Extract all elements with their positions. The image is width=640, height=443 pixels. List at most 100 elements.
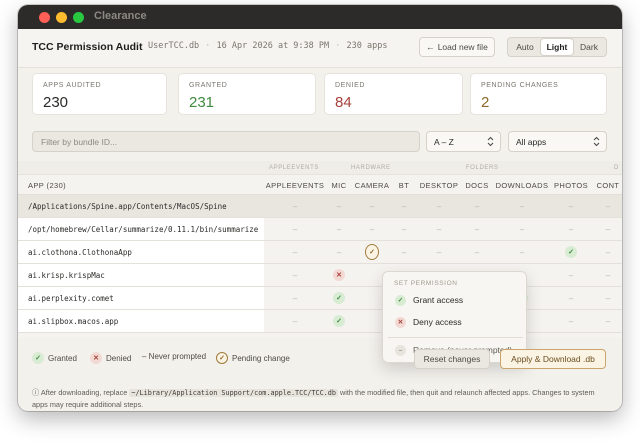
table-row[interactable]: ai.clothona.ClothonaApp – – ✓ – – – – ✓ – [18,241,622,264]
column-header-desktop[interactable]: DESKTOP [420,181,459,190]
scope-select[interactable]: All apps [508,131,607,152]
group-label-more: D [614,165,619,171]
permission-cell-appleevents[interactable]: – [288,245,302,259]
column-header-appleevents[interactable]: APPLEEVENTS [266,181,325,190]
column-header-photos[interactable]: PHOTOS [554,181,588,190]
permission-cell-desktop[interactable]: – [432,245,446,259]
stat-value: 2 [481,94,490,111]
column-header-camera[interactable]: CAMERA [355,181,390,190]
permission-cell-appleevents[interactable]: – [288,222,302,236]
stat-value: 231 [189,94,215,111]
arrow-left-icon: ← [426,42,435,52]
permission-cell-contacts[interactable]: – [601,268,615,282]
reset-changes-button[interactable]: Reset changes [414,349,490,369]
permission-cell-mic[interactable]: – [332,245,346,259]
permission-cell-appleevents[interactable]: – [288,291,302,305]
x-icon: ✕ [333,269,345,281]
check-icon: ✓ [565,246,577,258]
chevron-updown-icon [593,136,600,147]
table-row[interactable]: ai.krisp.krispMac – ✕ – – [18,264,622,287]
theme-switcher: Auto Light Dark [507,37,607,57]
table-row[interactable]: ai.slipbox.macos.app – ✓ – – [18,310,622,333]
x-icon: ✕ [395,316,406,328]
permission-cell-appleevents[interactable]: – [288,314,302,328]
table-row[interactable]: /opt/homebrew/Cellar/summarize/0.11.1/bi… [18,218,622,241]
permission-cell-appleevents[interactable]: – [288,199,302,213]
permission-cell-downloads[interactable]: – [515,245,529,259]
tcc-db-path: ~/Library/Application Support/com.apple.… [129,389,338,397]
file-date: 16 Apr 2026 at 9:38 PM [216,41,330,51]
stat-value: 230 [43,94,69,111]
permission-cell-desktop[interactable]: – [432,199,446,213]
check-icon: ✓ [395,294,406,306]
permission-cell-mic[interactable]: ✓ [332,314,346,328]
permissions-table: APPLEEVENTS HARDWARE FOLDERS D APP (230)… [18,161,622,338]
permission-cell-docs[interactable]: – [470,245,484,259]
legend-granted-label: Granted [48,353,77,363]
permission-cell-contacts[interactable]: – [601,314,615,328]
legend-denied-label: Denied [106,353,132,363]
deny-access-option[interactable]: ✕ Deny access [388,312,523,332]
theme-option-auto[interactable]: Auto [509,39,541,55]
permission-cell-mic[interactable]: – [332,222,346,236]
file-metadata: UserTCC.db · 16 Apr 2026 at 9:38 PM · 23… [148,41,388,51]
column-header-bt[interactable]: BT [399,181,409,190]
sort-select[interactable]: A – Z [426,131,501,152]
popover-divider [388,337,523,338]
column-header-docs[interactable]: DOCS [465,181,488,190]
permission-cell-bt[interactable]: – [397,245,411,259]
permission-cell-mic[interactable]: ✕ [332,268,346,282]
bundle-id: ai.slipbox.macos.app [18,310,264,332]
legend-granted: ✓ Granted [32,352,77,364]
column-header-app[interactable]: APP (230) [28,181,66,190]
stat-card-granted: GRANTED 231 [178,73,316,115]
grant-access-option[interactable]: ✓ Grant access [388,290,523,310]
title-bar: Clearance [18,5,622,29]
stat-card-pending-changes: PENDING CHANGES 2 [470,73,607,115]
load-new-file-button[interactable]: ← Load new file [419,37,495,57]
permission-cell-mic[interactable]: ✓ [332,291,346,305]
permission-cell-camera[interactable]: – [365,199,379,213]
permission-cell-bt[interactable]: – [397,199,411,213]
table-row[interactable]: /Applications/Spine.app/Contents/MacOS/S… [18,195,622,218]
permission-cell-bt[interactable]: – [397,222,411,236]
permission-cell-photos[interactable]: – [564,314,578,328]
column-header-mic[interactable]: MIC [332,181,347,190]
permission-cell-photos[interactable]: – [564,199,578,213]
permission-cell-appleevents[interactable]: – [288,268,302,282]
permission-cell-docs[interactable]: – [470,199,484,213]
permission-cell-downloads[interactable]: – [515,199,529,213]
permission-cell-contacts[interactable]: – [601,222,615,236]
zoom-window-button[interactable] [73,12,84,23]
table-row[interactable]: ai.perplexity.comet – ✓ ✓ – – [18,287,622,310]
permission-cell-camera[interactable]: ✓ [365,244,379,260]
sort-select-value: A – Z [434,137,454,147]
theme-option-light[interactable]: Light [541,39,573,55]
permission-cell-photos[interactable]: ✓ [564,245,578,259]
stat-card-apps-audited: APPS AUDITED 230 [32,73,167,115]
legend-never-label: – Never prompted [142,352,207,361]
bundle-id-filter-input[interactable] [33,132,419,152]
minimize-window-button[interactable] [56,12,67,23]
column-header-contacts[interactable]: CONT [597,181,620,190]
theme-option-dark[interactable]: Dark [573,39,605,55]
stat-label: PENDING CHANGES [481,82,559,89]
apply-download-button[interactable]: Apply & Download .db [500,349,606,369]
permission-cell-docs[interactable]: – [470,222,484,236]
close-window-button[interactable] [39,12,50,23]
permission-cell-contacts[interactable]: – [601,245,615,259]
permission-cell-mic[interactable]: – [332,199,346,213]
permission-cell-contacts[interactable]: – [601,199,615,213]
permission-cell-desktop[interactable]: – [432,222,446,236]
apps-count: 230 apps [346,41,388,51]
permission-cell-contacts[interactable]: – [601,291,615,305]
permission-cell-downloads[interactable]: – [515,222,529,236]
deny-access-label: Deny access [413,317,462,327]
footnote-intro: ⓘ After downloading, replace [32,388,130,397]
permission-cell-photos[interactable]: – [564,291,578,305]
permission-cell-photos[interactable]: – [564,268,578,282]
column-header-downloads[interactable]: DOWNLOADS [496,181,549,190]
check-icon: ✓ [333,315,345,327]
permission-cell-photos[interactable]: – [564,222,578,236]
permission-cell-camera[interactable]: – [365,222,379,236]
